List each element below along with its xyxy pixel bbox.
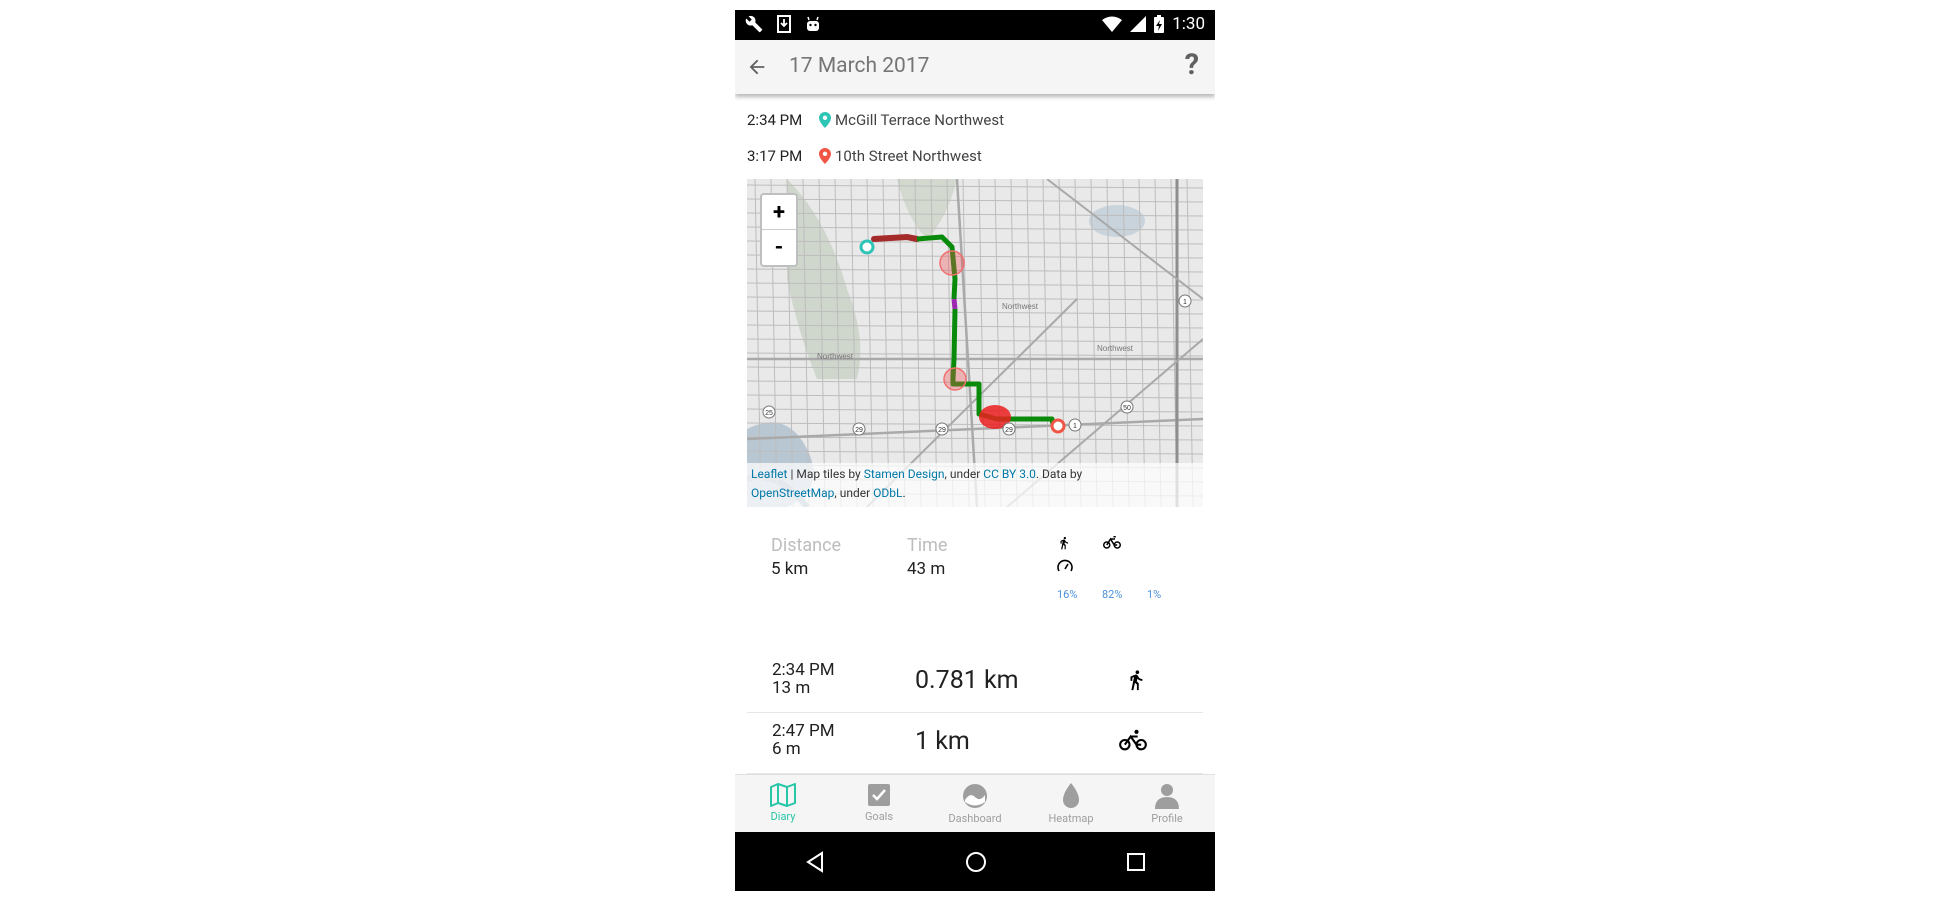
back-triangle-icon[interactable] xyxy=(804,850,826,873)
route-shield-label: 25 xyxy=(765,410,773,417)
time-value: 43 m xyxy=(907,559,946,579)
status-bar: 1:30 xyxy=(735,10,1215,40)
cc-link[interactable]: CC BY 3.0 xyxy=(983,467,1036,481)
route-shield-label: 50 xyxy=(1123,405,1131,412)
bike-icon xyxy=(1103,536,1121,549)
distance-label: Distance xyxy=(771,535,842,556)
checkbox-icon xyxy=(868,784,890,806)
battery-charging-icon xyxy=(1154,15,1165,33)
bike-icon xyxy=(1119,729,1147,751)
leg-row[interactable]: 2:47 PM 6 m 1 km xyxy=(747,713,1203,774)
speedometer-icon xyxy=(1057,559,1073,572)
walk-icon xyxy=(1130,670,1143,691)
bike-percent: 82% xyxy=(1102,588,1123,601)
nav-goals[interactable]: Goals xyxy=(831,775,927,833)
trip-end-place: 10th Street Northwest xyxy=(835,147,982,165)
map-icon xyxy=(770,783,796,807)
time-label: Time xyxy=(907,535,948,556)
back-button[interactable] xyxy=(741,51,773,83)
leg-start: 2:47 PM 6 m xyxy=(772,722,835,758)
leg-distance: 1 km xyxy=(915,727,970,756)
route-shield-label: 29 xyxy=(1005,427,1013,434)
person-icon xyxy=(1155,784,1179,809)
route-shield-label: 29 xyxy=(938,427,946,434)
stamen-link[interactable]: Stamen Design xyxy=(864,467,945,481)
help-button[interactable]: ? xyxy=(1185,48,1199,82)
phone-screen: 1:30 17 March 2017 ? 2:34 PM McGill Terr… xyxy=(735,10,1215,891)
nav-profile[interactable]: Profile xyxy=(1119,775,1215,833)
trip-start-row: 2:34 PM McGill Terrace Northwest xyxy=(747,108,1004,132)
odbl-link[interactable]: ODbL xyxy=(873,486,902,500)
trip-content: 2:34 PM McGill Terrace Northwest 3:17 PM… xyxy=(735,94,1215,774)
distance-value: 5 km xyxy=(771,559,809,579)
attribution-text: , under xyxy=(944,467,984,481)
walk-percent: 16% xyxy=(1057,588,1078,601)
map-tiles: Northwest Northwest Northwest 25 29 29 29 50… xyxy=(747,179,1203,507)
zoom-control: + - xyxy=(760,193,798,267)
route-shield-label: 29 xyxy=(855,427,863,434)
arrow-left-icon xyxy=(749,59,765,75)
status-time: 1:30 xyxy=(1172,14,1205,34)
zoom-out-button[interactable]: - xyxy=(762,230,796,264)
trip-end-row: 3:17 PM 10th Street Northwest xyxy=(747,144,982,168)
nav-diary[interactable]: Diary xyxy=(735,775,831,833)
recents-square-icon[interactable] xyxy=(1126,852,1146,872)
nav-label: Goals xyxy=(864,810,894,823)
street-label: Northwest xyxy=(1002,302,1039,311)
trip-start-time: 2:34 PM xyxy=(747,111,803,129)
leg-distance: 0.781 km xyxy=(915,666,1019,695)
map-attribution: Leaflet | Map tiles by Stamen Design, un… xyxy=(747,463,1203,507)
system-navigation-bar xyxy=(735,832,1215,891)
wrench-icon xyxy=(745,15,763,33)
trip-start-place: McGill Terrace Northwest xyxy=(835,111,1005,129)
nav-heatmap[interactable]: Heatmap xyxy=(1023,775,1119,833)
attribution-text: | Map tiles by xyxy=(787,467,864,481)
bottom-navigation: Diary Goals Dashboard Heatmap Profile xyxy=(735,774,1215,833)
nav-label: Diary xyxy=(770,810,796,823)
location-pin-icon xyxy=(819,148,831,164)
app-bar: 17 March 2017 ? xyxy=(735,40,1215,94)
home-circle-icon[interactable] xyxy=(965,851,987,873)
osm-link[interactable]: OpenStreetMap xyxy=(751,486,834,500)
download-icon xyxy=(777,15,791,33)
nav-label: Dashboard xyxy=(948,812,1002,825)
walk-icon xyxy=(1060,536,1069,550)
attribution-text: . xyxy=(902,486,906,500)
attribution-text: . Data by xyxy=(1035,467,1083,481)
leaflet-link[interactable]: Leaflet xyxy=(751,467,787,481)
leg-start-time: 2:34 PM xyxy=(772,660,835,680)
flame-icon xyxy=(1063,783,1079,808)
trip-end-time: 3:17 PM xyxy=(747,147,803,165)
route-shield-label: 1 xyxy=(1183,299,1187,306)
wifi-icon xyxy=(1102,16,1123,32)
street-label: Northwest xyxy=(1097,344,1134,353)
nav-label: Profile xyxy=(1151,812,1183,825)
signal-icon xyxy=(1130,16,1147,32)
leg-duration: 6 m xyxy=(772,739,801,759)
nav-dashboard[interactable]: Dashboard xyxy=(927,775,1023,833)
other-percent: 1% xyxy=(1147,588,1162,601)
street-label: Northwest xyxy=(817,352,854,361)
android-icon xyxy=(807,16,819,31)
location-pin-icon xyxy=(819,112,831,128)
route-shield-label: 1 xyxy=(1073,423,1077,430)
attribution-text: , under xyxy=(834,486,874,500)
nav-label: Heatmap xyxy=(1048,812,1094,825)
trip-summary: Distance 5 km Time 43 m 16% 82% 1% xyxy=(735,534,1215,644)
dashboard-icon xyxy=(963,784,987,808)
leg-start-time: 2:47 PM xyxy=(772,721,835,741)
trip-map[interactable]: Northwest Northwest Northwest 25 29 29 29 50… xyxy=(747,179,1203,507)
leg-duration: 13 m xyxy=(772,678,811,698)
leg-row[interactable]: 2:34 PM 13 m 0.781 km xyxy=(747,652,1203,713)
page-title: 17 March 2017 xyxy=(789,54,930,78)
leg-start: 2:34 PM 13 m xyxy=(772,661,835,697)
zoom-in-button[interactable]: + xyxy=(762,195,796,230)
